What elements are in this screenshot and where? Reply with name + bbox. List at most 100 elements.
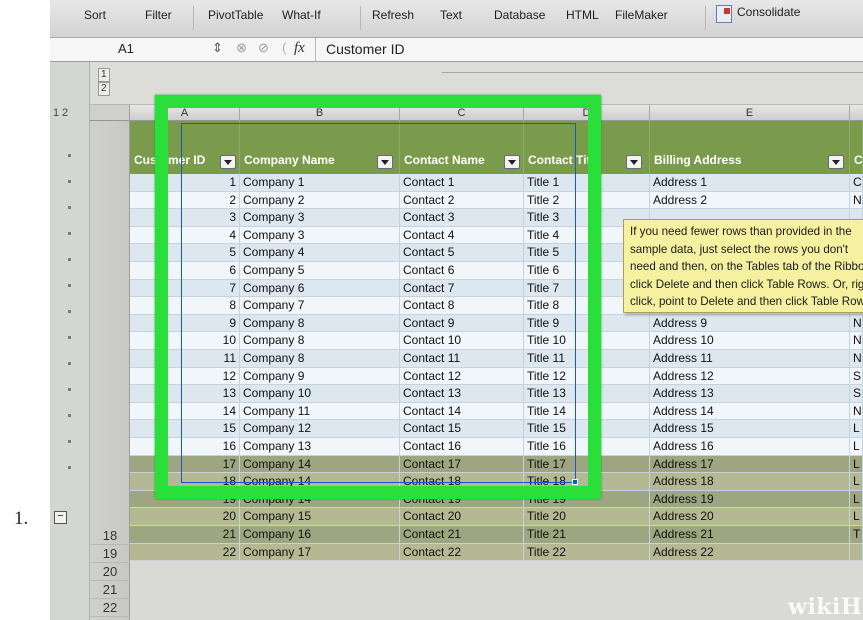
table-row: 20 Company 15 Contact 20 Title 20 Address 20… xyxy=(130,508,863,526)
tooltip-line: click Delete and then click Table Rows. … xyxy=(630,277,863,291)
cell-address[interactable]: Address 17 xyxy=(650,455,850,474)
cell-extra[interactable]: L xyxy=(850,508,863,526)
wikihow-watermark: wikiHow xyxy=(788,594,863,620)
comment-tooltip: If you need fewer rows than provided in … xyxy=(623,219,863,313)
cell-address[interactable]: Address 15 xyxy=(650,420,850,438)
cell-title[interactable]: Title 22 xyxy=(524,543,650,562)
group-level-2-button[interactable]: 2 xyxy=(98,82,110,96)
cell-id[interactable]: 21 xyxy=(130,526,240,544)
outline-level-1[interactable]: 1 xyxy=(53,107,59,119)
cell-extra[interactable]: T xyxy=(850,526,863,544)
row-header[interactable]: 22 xyxy=(90,599,130,617)
cell-extra[interactable]: N xyxy=(850,402,863,421)
outline-dot xyxy=(68,232,71,235)
ribbon-pivottable[interactable]: PivotTable xyxy=(208,8,263,22)
ribbon-text[interactable]: Text xyxy=(440,8,462,22)
name-box[interactable]: A1 xyxy=(118,41,134,56)
cell-address[interactable]: Address 13 xyxy=(650,385,850,403)
insert-function-icon[interactable]: fx xyxy=(294,40,305,57)
outline-dot xyxy=(68,414,71,417)
cell-address[interactable]: Address 12 xyxy=(650,367,850,386)
cell-contact[interactable]: Contact 22 xyxy=(400,543,524,562)
cell-address[interactable]: Address 10 xyxy=(650,332,850,350)
cell-address[interactable]: Address 2 xyxy=(650,191,850,210)
cell-extra[interactable]: L xyxy=(850,473,863,491)
formula-input[interactable]: Customer ID xyxy=(326,41,405,57)
cell-company[interactable]: Company 15 xyxy=(240,508,400,526)
row-header[interactable]: 19 xyxy=(90,545,130,563)
outline-dot xyxy=(68,154,71,157)
cell-address[interactable]: Address 22 xyxy=(650,543,850,562)
row-headers: 18 19 20 21 22 23 xyxy=(90,121,130,620)
cell-title[interactable]: Title 20 xyxy=(524,508,650,526)
ribbon-html[interactable]: HTML xyxy=(566,8,599,22)
cell-address[interactable]: Address 20 xyxy=(650,508,850,526)
function-paren-icon: ( xyxy=(282,40,287,55)
table-row: 22 Company 17 Contact 22 Title 22 Address 22 xyxy=(130,543,863,562)
outline-dot xyxy=(68,388,71,391)
filter-dropdown-icon[interactable] xyxy=(626,155,642,169)
cell-address[interactable]: Address 1 xyxy=(650,174,850,192)
outline-collapse-icon[interactable]: − xyxy=(54,511,67,524)
ribbon-sort[interactable]: Sort xyxy=(84,8,106,22)
cell-contact[interactable]: Contact 20 xyxy=(400,508,524,526)
cell-extra[interactable]: N xyxy=(850,332,863,350)
consolidate-icon[interactable] xyxy=(716,5,732,23)
ribbon-separator xyxy=(705,6,706,30)
cell-extra[interactable]: L xyxy=(850,490,863,509)
cancel-icon[interactable]: ⊗ xyxy=(236,40,247,56)
outline-dot xyxy=(68,362,71,365)
select-all-corner[interactable] xyxy=(90,105,130,121)
cell-extra[interactable]: N xyxy=(850,314,863,333)
tooltip-line: If you need fewer rows than provided in … xyxy=(630,225,852,238)
fill-handle[interactable] xyxy=(572,479,578,485)
cell-address[interactable]: Address 19 xyxy=(650,490,850,509)
cell-extra[interactable]: L xyxy=(850,455,863,474)
filter-dropdown-icon[interactable] xyxy=(828,155,844,169)
cell-extra[interactable]: L xyxy=(850,420,863,438)
formula-divider xyxy=(315,38,316,62)
row-header[interactable]: 18 xyxy=(90,527,130,545)
cell-address[interactable]: Address 9 xyxy=(650,314,850,333)
tooltip-line: sample data, just select the rows you do… xyxy=(630,242,849,256)
ribbon-refresh[interactable]: Refresh xyxy=(372,8,414,22)
header-next-column[interactable]: C xyxy=(850,121,863,174)
outline-dot xyxy=(68,284,71,287)
cell-id[interactable]: 22 xyxy=(130,543,240,562)
cell-address[interactable]: Address 16 xyxy=(650,438,850,456)
cell-address[interactable]: Address 18 xyxy=(650,473,850,491)
cell-extra[interactable]: N xyxy=(850,350,863,368)
cell-address[interactable]: Address 11 xyxy=(650,350,850,368)
outline-level-2[interactable]: 2 xyxy=(62,107,68,119)
cell-extra[interactable]: L xyxy=(850,438,863,456)
ribbon-filter[interactable]: Filter xyxy=(145,8,172,22)
row-header[interactable]: 20 xyxy=(90,563,130,581)
group-level-1-button[interactable]: 1 xyxy=(98,68,110,82)
cell-company[interactable]: Company 17 xyxy=(240,543,400,562)
cell-company[interactable]: Company 16 xyxy=(240,526,400,544)
cell-id[interactable]: 20 xyxy=(130,508,240,526)
cell-extra[interactable]: S xyxy=(850,367,863,386)
cell-extra[interactable]: N xyxy=(850,191,863,210)
step-number: 1. xyxy=(14,508,29,529)
ribbon-consolidate[interactable]: Consolidate xyxy=(737,5,800,19)
outline-dot xyxy=(68,258,71,261)
cell-title[interactable]: Title 21 xyxy=(524,526,650,544)
cell-address[interactable]: Address 21 xyxy=(650,526,850,544)
outline-dot xyxy=(68,336,71,339)
cell-extra[interactable]: C xyxy=(850,174,863,192)
cell-address[interactable]: Address 14 xyxy=(650,402,850,421)
cell-extra[interactable] xyxy=(850,543,863,562)
header-billing-address[interactable]: Billing Address xyxy=(650,121,850,174)
ribbon-filemaker[interactable]: FileMaker xyxy=(615,8,668,22)
ribbon-separator xyxy=(360,6,361,30)
excel-screenshot: Sort Filter PivotTable What-If Refresh T… xyxy=(50,0,863,620)
cell-contact[interactable]: Contact 21 xyxy=(400,526,524,544)
cell-extra[interactable]: S xyxy=(850,385,863,403)
column-header-e[interactable]: E xyxy=(650,105,850,121)
confirm-icon[interactable]: ⊘ xyxy=(258,40,269,56)
row-header[interactable]: 21 xyxy=(90,581,130,599)
name-box-stepper-icon[interactable]: ⇕ xyxy=(212,40,223,56)
ribbon-what-if[interactable]: What-If xyxy=(282,8,321,22)
ribbon-database[interactable]: Database xyxy=(494,8,545,22)
